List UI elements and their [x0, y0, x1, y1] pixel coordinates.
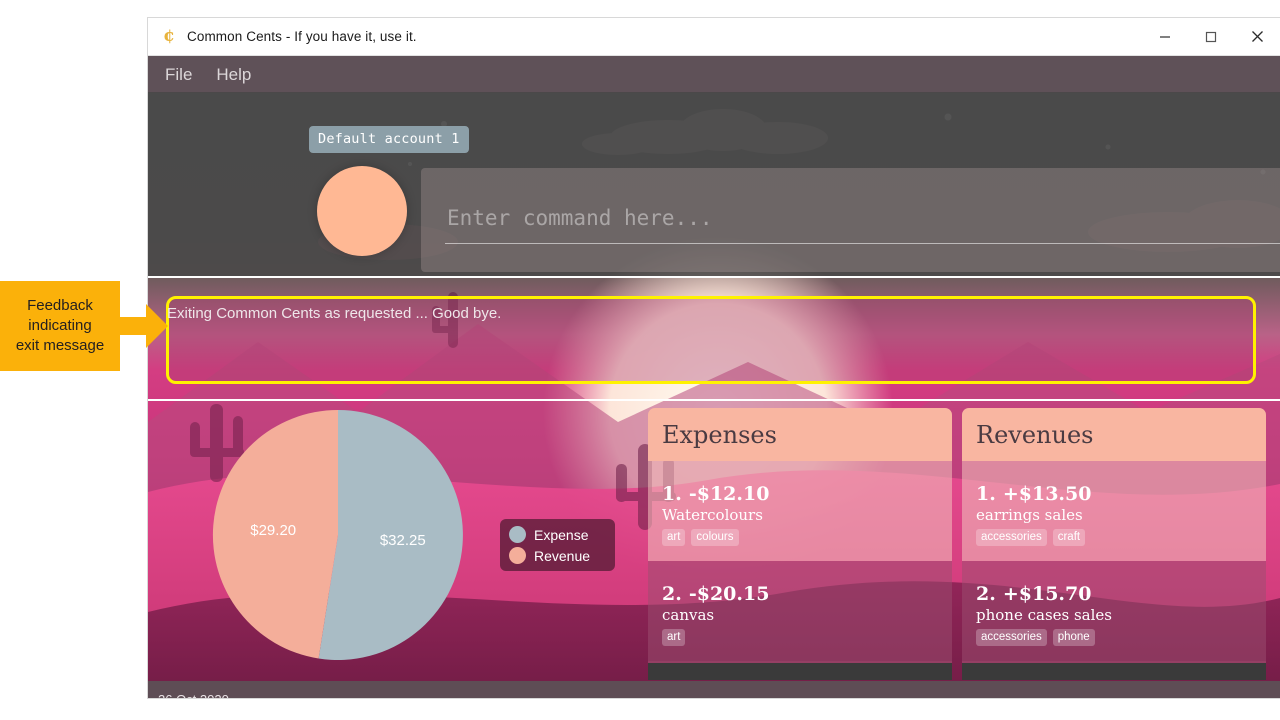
menu-item-help[interactable]: Help	[216, 65, 251, 85]
feedback-region: Exiting Common Cents as requested ... Go…	[148, 276, 1280, 401]
entry-index: 1.	[662, 483, 682, 505]
annotation-line-2: indicating	[28, 317, 92, 334]
annotation-text: Feedback indicating exit message	[16, 296, 104, 356]
minimize-button[interactable]	[1142, 18, 1188, 55]
status-bar: 26 Oct 2020	[148, 681, 1280, 698]
entry-value: +$13.50	[1002, 483, 1092, 505]
panel-header-expenses: Expenses	[648, 408, 952, 461]
entry-amount: 2. -$20.15	[662, 583, 952, 605]
window-controls	[1142, 18, 1280, 55]
annotation-callout-box: Feedback indicating exit message	[0, 281, 120, 371]
entry-index: 2.	[976, 583, 996, 605]
feedback-message: Exiting Common Cents as requested ... Go…	[167, 305, 502, 322]
tag: art	[662, 529, 686, 546]
legend-swatch-expense	[509, 526, 526, 543]
legend-label-expense: Expense	[534, 526, 589, 543]
pie-label-revenue: $29.20	[250, 522, 296, 539]
entry-index: 2.	[662, 583, 682, 605]
entry-index: 1.	[976, 483, 996, 505]
tag: accessories	[976, 529, 1047, 546]
legend-item-expense: Expense	[509, 526, 606, 543]
tag: craft	[1052, 529, 1086, 546]
legend-label-revenue: Revenue	[534, 547, 591, 564]
panel-body-expenses: 1. -$12.10 Watercolours art colours 2. -$2…	[648, 461, 952, 680]
entry-amount: 1. +$13.50	[976, 483, 1266, 505]
entry-tags: accessories craft	[976, 529, 1266, 546]
pie-label-expense: $32.25	[380, 532, 426, 549]
list-item[interactable]: 1. -$12.10 Watercolours art colours	[648, 461, 952, 561]
entry-description: earrings sales	[976, 506, 1083, 524]
entry-value: -$20.15	[688, 583, 770, 605]
tag: phone	[1052, 629, 1095, 646]
annotation-line-1: Feedback	[27, 297, 93, 314]
cent-icon: ¢	[163, 26, 175, 46]
command-box	[421, 168, 1280, 272]
tag: art	[662, 629, 686, 646]
command-input[interactable]	[445, 198, 1280, 244]
tag: accessories	[976, 629, 1047, 646]
status-date: 26 Oct 2020	[158, 692, 229, 698]
annotation-arrow-icon	[120, 304, 168, 348]
menu-item-file[interactable]: File	[165, 65, 192, 85]
entry-description: canvas	[662, 606, 715, 624]
list-item[interactable]: 2. -$20.15 canvas art	[648, 561, 952, 661]
avatar	[317, 166, 407, 256]
entry-description: phone cases sales	[976, 606, 1112, 624]
entry-value: +$15.70	[1002, 583, 1092, 605]
panel-body-revenues: 1. +$13.50 earrings sales accessories cra…	[962, 461, 1266, 680]
entry-tags: art colours	[662, 529, 952, 546]
list-item[interactable]: 1. +$13.50 earrings sales accessories cra…	[962, 461, 1266, 561]
account-tab-default-account-1[interactable]: Default account 1	[309, 126, 469, 153]
window-title: Common Cents - If you have it, use it.	[187, 29, 417, 44]
close-button[interactable]	[1234, 18, 1280, 55]
annotation-line-3: exit message	[15, 337, 105, 354]
list-item[interactable]: 2. +$15.70 phone cases sales accessories …	[962, 561, 1266, 661]
horizontal-scrollbar[interactable]	[648, 663, 952, 680]
panel-title-revenues: Revenues	[976, 420, 1094, 449]
entry-amount: 2. +$15.70	[976, 583, 1266, 605]
entry-amount: 1. -$12.10	[662, 483, 952, 505]
dashboard-area: $32.25 $29.20 Expense Revenue Expenses 1…	[148, 401, 1280, 681]
panel-expenses: Expenses 1. -$12.10 Watercolours art colo…	[648, 408, 952, 680]
feedback-separator-bottom	[148, 399, 1280, 401]
entry-tags: accessories phone	[976, 629, 1266, 646]
entry-description: Watercolours	[662, 506, 763, 524]
entry-value: -$12.10	[688, 483, 770, 505]
chart-legend: Expense Revenue	[500, 519, 615, 571]
legend-item-revenue: Revenue	[509, 547, 606, 564]
application-window: ¢ Common Cents - If you have it, use it.…	[148, 18, 1280, 698]
entry-tags: art	[662, 629, 952, 646]
panel-revenues: Revenues 1. +$13.50 earrings sales access…	[962, 408, 1266, 680]
horizontal-scrollbar[interactable]	[962, 663, 1266, 680]
menu-bar: File Help	[148, 56, 1280, 93]
panel-header-revenues: Revenues	[962, 408, 1266, 461]
title-bar: ¢ Common Cents - If you have it, use it.	[148, 18, 1280, 56]
panel-title-expenses: Expenses	[662, 420, 777, 449]
maximize-button[interactable]	[1188, 18, 1234, 55]
pie-chart: $32.25 $29.20	[211, 408, 465, 662]
tag: colours	[691, 529, 739, 546]
legend-swatch-revenue	[509, 547, 526, 564]
feedback-separator-top	[148, 276, 1280, 278]
